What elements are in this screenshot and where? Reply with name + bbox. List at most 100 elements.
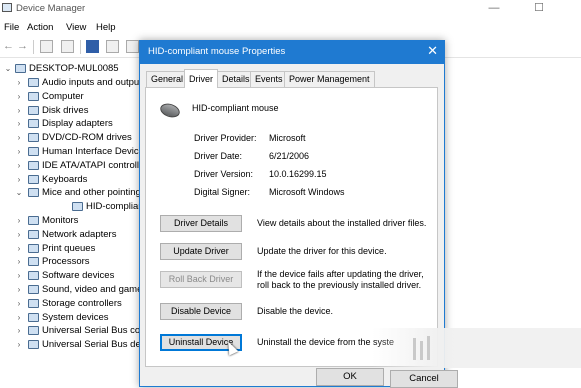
device-category-icon	[28, 229, 39, 239]
digital-signer-label: Digital Signer:	[194, 187, 251, 197]
watermark-mark	[427, 336, 430, 360]
tree-item-label: DVD/CD-ROM drives	[42, 132, 132, 144]
tab-driver[interactable]: Driver	[184, 69, 218, 88]
tree-item-label: Human Interface Device	[42, 146, 144, 157]
menu-help[interactable]: Help	[96, 22, 116, 33]
device-category-icon	[28, 174, 39, 184]
maximize-button[interactable]: ☐	[525, 1, 553, 15]
mouse-icon	[158, 101, 182, 120]
chevron-right-icon[interactable]: ›	[15, 269, 23, 282]
chevron-right-icon[interactable]: ›	[15, 159, 23, 172]
tab-events[interactable]: Events	[250, 71, 288, 87]
help-icon[interactable]	[86, 40, 99, 53]
driver-date-label: Driver Date:	[194, 151, 243, 161]
chevron-right-icon[interactable]: ›	[15, 131, 23, 144]
menu-bar: File Action View Help	[0, 20, 581, 36]
driver-provider-label: Driver Provider:	[194, 133, 257, 143]
window-title: Device Manager	[16, 3, 86, 14]
tree-item-label: Mice and other pointing	[42, 187, 141, 199]
driver-details-description: View details about the installed driver …	[257, 218, 427, 228]
toolbar-separator	[80, 40, 81, 54]
close-icon[interactable]: ✕	[427, 44, 438, 58]
device-category-icon	[28, 243, 39, 253]
device-manager-icon	[2, 3, 12, 12]
window-titlebar: Device Manager — ☐	[0, 0, 581, 18]
chevron-right-icon[interactable]: ›	[15, 338, 23, 351]
digital-signer-value: Microsoft Windows	[269, 187, 345, 197]
chevron-down-icon[interactable]: ⌄	[15, 186, 23, 199]
chevron-right-icon[interactable]: ›	[15, 145, 23, 158]
show-hidden-icon[interactable]	[61, 40, 74, 53]
forward-arrow-icon[interactable]: →	[17, 40, 30, 53]
cancel-button[interactable]: Cancel	[390, 370, 458, 388]
menu-file[interactable]: File	[4, 22, 19, 33]
tree-item-label: Software devices	[42, 270, 115, 282]
tab-power-management[interactable]: Power Management	[284, 71, 375, 87]
tree-item-label: Processors	[42, 256, 90, 268]
device-category-icon	[28, 271, 39, 281]
chevron-right-icon[interactable]: ›	[15, 104, 23, 117]
driver-details-button[interactable]: Driver Details	[160, 215, 242, 232]
tree-item-label: Keyboards	[42, 173, 88, 185]
minimize-button[interactable]: —	[480, 1, 508, 15]
tree-item-label: Network adapters	[42, 228, 117, 240]
device-tree: ⌄ DESKTOP-MUL0085 › Audio inputs and outp…	[0, 60, 168, 387]
disable-device-button[interactable]: Disable Device	[160, 303, 242, 320]
driver-version-label: Driver Version:	[194, 169, 254, 179]
tree-root-label: DESKTOP-MUL0085	[29, 63, 119, 74]
chevron-right-icon[interactable]: ›	[15, 297, 23, 310]
dialog-title: HID-compliant mouse Properties	[148, 46, 286, 57]
device-category-icon	[28, 312, 39, 322]
device-category-icon	[28, 133, 39, 143]
properties-icon[interactable]	[40, 40, 53, 53]
update-driver-description: Update the driver for this device.	[257, 246, 387, 256]
watermark-overlay	[372, 328, 581, 368]
tab-general[interactable]: General	[146, 71, 189, 87]
chevron-down-icon[interactable]: ⌄	[4, 62, 12, 75]
device-category-icon	[28, 216, 39, 225]
tree-item-label: Computer	[42, 90, 84, 102]
chevron-right-icon[interactable]: ›	[15, 76, 23, 89]
chevron-right-icon[interactable]: ›	[15, 117, 23, 130]
computer-icon	[15, 64, 26, 73]
chevron-right-icon[interactable]: ›	[15, 242, 23, 255]
device-category-icon	[28, 340, 39, 350]
device-category-icon	[72, 202, 83, 212]
tree-item-label: System devices	[42, 311, 109, 323]
menu-view[interactable]: View	[66, 22, 86, 33]
tree-item-label: IDE ATA/ATAPI controlle	[42, 159, 145, 171]
tree-item-label: Disk drives	[42, 104, 89, 116]
chevron-right-icon[interactable]: ›	[15, 255, 23, 268]
chevron-right-icon[interactable]: ›	[15, 324, 23, 337]
menu-action[interactable]: Action	[27, 22, 53, 33]
roll-back-driver-button[interactable]: Roll Back Driver	[160, 271, 242, 288]
device-category-icon	[28, 188, 39, 198]
disable-device-description: Disable the device.	[257, 306, 334, 316]
ok-button[interactable]: OK	[316, 368, 384, 386]
chevron-right-icon[interactable]: ›	[15, 311, 23, 324]
device-category-icon	[28, 78, 39, 87]
tab-details[interactable]: Details	[217, 71, 255, 87]
tree-item-label: Monitors	[42, 215, 79, 226]
chevron-right-icon[interactable]: ›	[15, 283, 23, 296]
toolbar-separator	[33, 40, 34, 54]
device-category-icon	[28, 285, 39, 294]
device-name: HID-compliant mouse	[192, 103, 279, 113]
tree-item-label: Audio inputs and outpu	[42, 77, 140, 88]
watermark-mark	[413, 338, 416, 360]
update-driver-button[interactable]: Update Driver	[160, 243, 242, 260]
scan-hardware-icon[interactable]	[126, 40, 139, 53]
chevron-right-icon[interactable]: ›	[15, 90, 23, 103]
back-arrow-icon[interactable]: ←	[3, 40, 16, 53]
driver-provider-value: Microsoft	[269, 133, 306, 143]
device-category-icon	[28, 257, 39, 267]
device-category-icon	[28, 91, 39, 101]
watermark-mark	[420, 341, 423, 360]
chevron-right-icon[interactable]: ›	[15, 173, 23, 186]
tree-item-label: Universal Serial Bus dev	[42, 339, 146, 351]
chevron-right-icon[interactable]: ›	[15, 228, 23, 241]
tree-item-label: Universal Serial Bus con	[42, 325, 146, 337]
chevron-right-icon[interactable]: ›	[15, 214, 23, 227]
view-list-icon[interactable]	[106, 40, 119, 53]
tree-item-label: Print queues	[42, 242, 96, 254]
